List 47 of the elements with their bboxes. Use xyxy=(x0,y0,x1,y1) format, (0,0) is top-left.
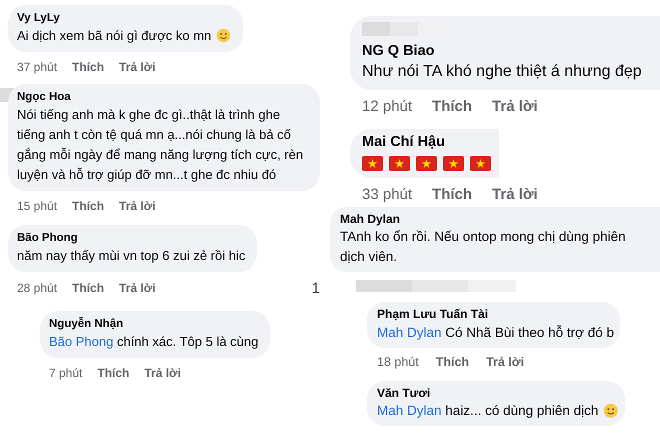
mention-link[interactable]: Mah Dylan xyxy=(377,324,442,340)
comment-text: năm nay thấy mùi vn top 6 zui zẻ rồi hic xyxy=(17,246,246,265)
author-name[interactable]: Nguyễn Nhận xyxy=(49,316,258,332)
flag-icon xyxy=(470,156,491,171)
author-name[interactable]: Mai Chí Hậu xyxy=(362,132,491,152)
reply-button[interactable]: Trả lời xyxy=(119,60,156,74)
comment-time: 12 phút xyxy=(362,98,412,115)
comment-text: Mah Dylan haiz... có dùng phiên dịch xyxy=(377,401,619,422)
author-name[interactable]: NG Q Biao xyxy=(362,42,652,61)
comment-text: Như nói TA khó nghe thiệt á nhưng đẹp xyxy=(362,62,643,82)
reply-button[interactable]: Trả lời xyxy=(119,198,156,213)
comment-time: 7 phút xyxy=(49,366,82,380)
flag-icon xyxy=(416,156,437,171)
author-name[interactable]: Mah Dylan xyxy=(340,212,654,228)
comment-text: Bão Phong chính xác. Tôp 5 là cùng xyxy=(49,332,258,351)
like-button[interactable]: Thích xyxy=(432,98,472,115)
like-button[interactable]: Thích xyxy=(72,60,104,74)
reply-button[interactable]: Trả lời xyxy=(144,366,181,380)
author-name[interactable]: Vy LyLy xyxy=(17,11,232,26)
mention-link[interactable]: Mah Dylan xyxy=(377,403,442,418)
like-button[interactable]: Thích xyxy=(432,186,472,203)
comment-text: Ai dịch xem bã nói gì được ko mn xyxy=(17,26,232,46)
author-name[interactable]: Phạm Lưu Tuấn Tài xyxy=(377,307,614,323)
flag-icon xyxy=(443,156,464,171)
reply-button[interactable]: Trả lời xyxy=(492,186,538,203)
reply-button[interactable]: Trả lời xyxy=(119,281,156,296)
author-name[interactable]: Ngọc Hoa xyxy=(17,90,308,105)
edge-digit: 1 xyxy=(312,280,320,297)
comment-text: TAnh ko ổn rồi. Nếu ontop mong chị dùng phiên dịch viên. xyxy=(340,228,627,266)
like-button[interactable]: Thích xyxy=(97,366,130,380)
comment-text: Mah Dylan Có Nhã Bùi theo hỗ trợ đó b xyxy=(377,324,614,342)
like-button[interactable]: Thích xyxy=(72,198,104,213)
reply-button[interactable]: Trả lời xyxy=(492,98,538,115)
comment-time: 33 phút xyxy=(362,186,412,203)
comment-time: 37 phút xyxy=(17,60,58,74)
flag-icon xyxy=(362,156,383,171)
author-name[interactable]: Văn Tươi xyxy=(377,386,619,402)
like-button[interactable]: Thích xyxy=(436,354,470,369)
comment-text: Nói tiếng anh mà k ghe đc gì..thật là trình ghe tiếng anh t còn tệ quá mn ạ...nói chung là bả cố gắng mỗi ngày để mang năng lượng tích cực, rèn luyện và hỗ trợ giúp đỡ mn...t ghe đc nhiu đó xyxy=(17,106,304,184)
mention-link[interactable]: Bão Phong xyxy=(49,334,114,349)
comment-time: 18 phút xyxy=(377,354,419,369)
comment-time: 28 phút xyxy=(17,281,58,296)
comment-time: 15 phút xyxy=(17,198,58,213)
author-name[interactable]: Bão Phong xyxy=(17,230,246,246)
flag-icon xyxy=(389,156,410,171)
reply-button[interactable]: Trả lời xyxy=(486,354,524,369)
like-button[interactable]: Thích xyxy=(72,281,104,296)
